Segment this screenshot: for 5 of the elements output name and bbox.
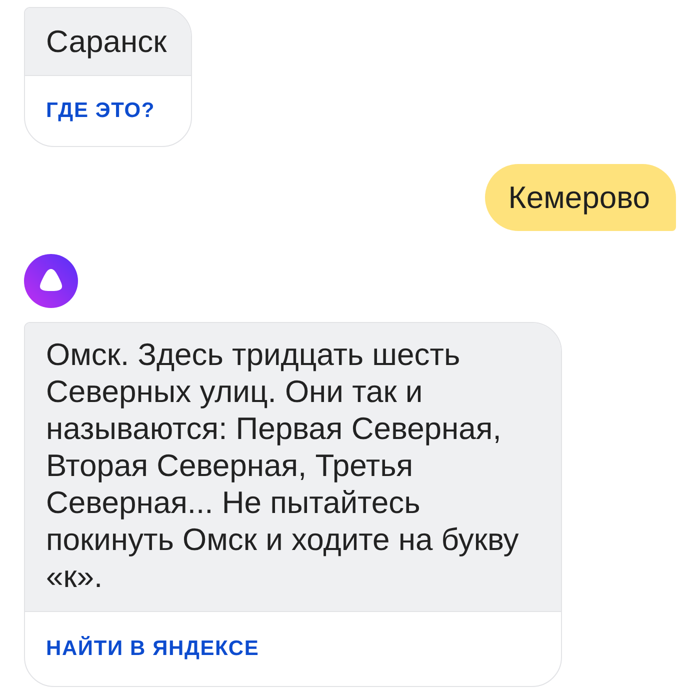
message-text: Саранск	[46, 23, 167, 60]
message-text: Омск. Здесь тридцать шесть Северных улиц. Они так и называются: Первая Северная, Вторая Северная, Третья Северная... Не пытайтесь покинуть Омск и ходите на букву «к».	[46, 336, 520, 595]
action-link[interactable]: НАЙТИ В ЯНДЕКСЕ	[46, 636, 260, 662]
action-link[interactable]: ГДЕ ЭТО?	[46, 98, 155, 124]
user-message-bubble: Кемерово	[485, 164, 676, 231]
